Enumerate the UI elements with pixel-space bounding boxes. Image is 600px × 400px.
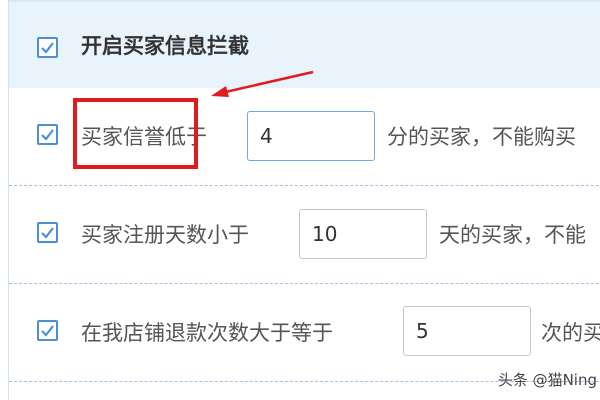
rule-refund-count-checkbox[interactable] xyxy=(37,320,58,341)
enable-interception-checkbox[interactable] xyxy=(37,37,58,58)
rule-credit-checkbox[interactable] xyxy=(37,124,58,145)
row-divider xyxy=(9,283,600,284)
rule-register-days-checkbox[interactable] xyxy=(37,222,58,243)
rule-refund-count-suffix: 次的买家 xyxy=(541,321,600,345)
header-title: 开启买家信息拦截 xyxy=(81,34,249,58)
credit-threshold-input[interactable] xyxy=(247,111,375,161)
rule-register-days-label: 买家注册天数小于 xyxy=(81,223,249,247)
checkmark-icon xyxy=(41,325,54,337)
row-divider xyxy=(9,185,600,186)
rule-register-days-suffix: 天的买家，不能 xyxy=(439,223,586,247)
buyer-interception-panel: 开启买家信息拦截 买家信誉低于 分的买家，不能购买 买家注册天数小于 天的买家，… xyxy=(8,0,600,400)
checkmark-icon xyxy=(41,227,54,239)
rule-refund-count-label: 在我店铺退款次数大于等于 xyxy=(81,321,333,345)
watermark: 头条 @猫Ning xyxy=(497,371,597,389)
refund-count-input[interactable] xyxy=(403,306,531,356)
red-arrow-annotation xyxy=(211,70,314,97)
rule-credit-suffix: 分的买家，不能购买 xyxy=(387,125,576,149)
red-highlight-box xyxy=(73,98,198,169)
checkmark-icon xyxy=(41,42,54,54)
register-days-input[interactable] xyxy=(299,209,427,259)
checkmark-icon xyxy=(41,129,54,141)
